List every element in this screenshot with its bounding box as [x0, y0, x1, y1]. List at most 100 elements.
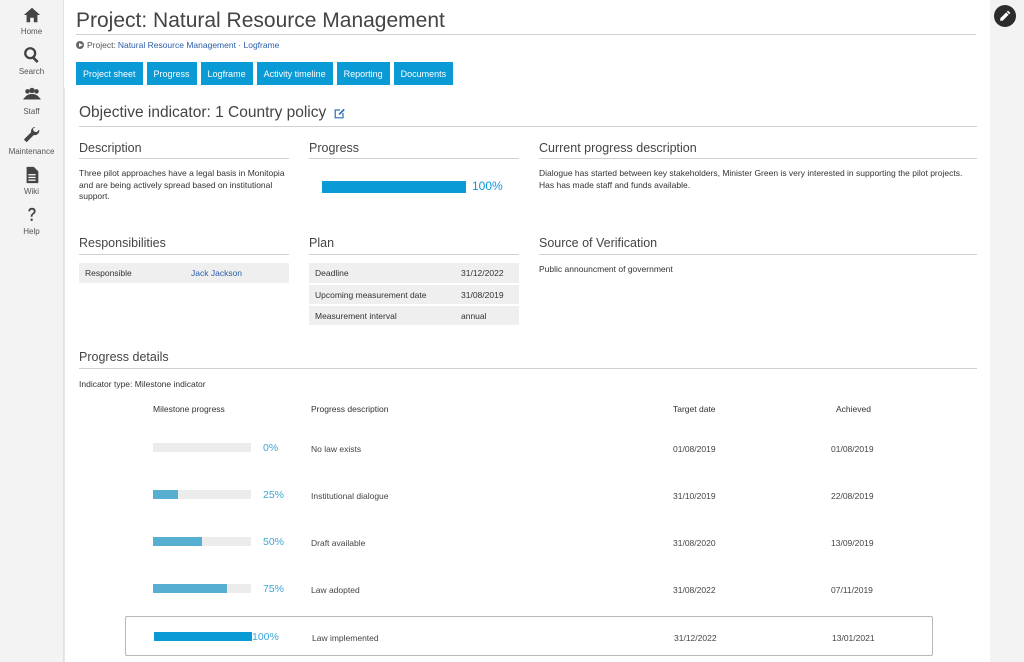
nav-search[interactable]: Search: [0, 46, 63, 86]
table-row: 0% No law exists 01/08/2019 01/08/2019: [125, 428, 933, 468]
objective-title-text: Objective indicator: 1 Country policy: [79, 104, 327, 121]
milestone-progress-fill: [153, 490, 178, 499]
title-divider: [76, 34, 976, 35]
milestone-percent: 50%: [263, 536, 285, 548]
tab-logframe[interactable]: Logframe: [200, 62, 253, 85]
milestone-achieved-date: 01/08/2019: [831, 444, 874, 454]
main-panel: Objective indicator: 1 Country policy De…: [64, 88, 990, 662]
responsibilities-table: Responsible Jack Jackson: [79, 263, 289, 285]
breadcrumb-link[interactable]: Natural Resource Management · Logframe: [118, 40, 280, 50]
milestone-target-date: 31/12/2022: [674, 633, 717, 643]
table-row: Responsible Jack Jackson: [79, 263, 289, 285]
responsible-link[interactable]: Jack Jackson: [191, 268, 242, 278]
tab-project-sheet[interactable]: Project sheet: [76, 62, 143, 85]
milestone-progress-track: [153, 537, 251, 546]
tab-reporting[interactable]: Reporting: [336, 62, 390, 85]
responsibilities-divider: [79, 254, 289, 255]
milestone-description: Law adopted: [311, 585, 360, 595]
tab-activity-timeline[interactable]: Activity timeline: [256, 62, 333, 85]
tab-documents[interactable]: Documents: [393, 62, 454, 85]
plan-label: Deadline: [309, 263, 455, 285]
plan-label: Measurement interval: [309, 305, 455, 327]
edit-icon[interactable]: [334, 107, 346, 119]
nav-maintenance[interactable]: Maintenance: [0, 126, 63, 166]
column-header-milestone: Milestone progress: [153, 404, 225, 414]
table-row: Deadline 31/12/2022: [309, 263, 519, 285]
plan-value: 31/12/2022: [455, 263, 519, 285]
nav-help[interactable]: Help: [0, 206, 63, 246]
responsible-label: Responsible: [79, 263, 185, 285]
progress-divider: [309, 158, 519, 159]
milestone-target-date: 31/08/2020: [673, 538, 716, 548]
table-row: 75% Law adopted 31/08/2022 07/11/2019: [125, 569, 933, 609]
staff-icon: [22, 87, 41, 100]
milestone-progress-track: [154, 632, 252, 641]
sidebar: Home Search Staff Maintenance Wiki Help: [0, 0, 64, 662]
description-text: Three pilot approaches have a legal basi…: [79, 168, 285, 201]
milestone-progress-track: [153, 443, 251, 452]
current-progress-heading: Current progress description: [539, 141, 697, 155]
nav-maintenance-label: Maintenance: [8, 147, 55, 156]
progress-details-divider: [79, 368, 977, 369]
indicator-type: Indicator type: Milestone indicator: [79, 379, 206, 389]
milestone-description: No law exists: [311, 444, 362, 454]
wrench-icon: [23, 126, 39, 143]
milestone-target-date: 01/08/2019: [673, 444, 716, 454]
milestone-achieved-date: 13/09/2019: [831, 538, 874, 548]
milestone-percent: 100%: [252, 631, 279, 643]
table-row: 100% Law implemented 31/12/2022 13/01/2021: [125, 616, 933, 656]
tab-bar: Project sheet Progress Logframe Activity…: [76, 62, 454, 85]
page-header: Project: Natural Resource Management Pro…: [64, 0, 990, 88]
table-row: 25% Institutional dialogue 31/10/2019 22/08…: [125, 475, 933, 515]
milestone-percent: 75%: [263, 583, 285, 595]
tab-progress[interactable]: Progress: [146, 62, 197, 85]
progress-percent: 100%: [472, 179, 503, 193]
edit-mode-button[interactable]: [994, 5, 1016, 27]
milestone-description: Institutional dialogue: [311, 491, 389, 501]
milestone-achieved-date: 13/01/2021: [832, 633, 875, 643]
verification-text: Public announcment of government: [539, 264, 673, 274]
breadcrumb-prefix: Project:: [87, 40, 116, 50]
progress-heading: Progress: [309, 141, 360, 155]
nav-wiki-label: Wiki: [23, 187, 40, 196]
plan-table: Deadline 31/12/2022 Upcoming measurement…: [309, 263, 519, 327]
objective-divider: [79, 126, 977, 127]
question-icon: [27, 207, 36, 221]
responsibilities-heading: Responsibilities: [79, 236, 166, 250]
plan-heading: Plan: [309, 236, 335, 250]
current-progress-text: Dialogue has started between key stakeho…: [539, 168, 963, 190]
description-heading: Description: [79, 141, 142, 155]
milestone-progress-fill: [153, 584, 227, 593]
edit-icon: [1000, 10, 1011, 21]
table-row: 50% Draft available 31/08/2020 13/09/2019: [125, 522, 933, 562]
plan-value: 31/08/2019: [455, 284, 519, 306]
nav-home-label: Home: [20, 27, 43, 36]
breadcrumb: Project: Natural Resource Management · L…: [76, 40, 279, 50]
milestone-progress-fill: [154, 632, 252, 641]
plan-value: annual: [455, 305, 519, 327]
milestone-target-date: 31/08/2022: [673, 585, 716, 595]
arrow-right-icon: [76, 41, 84, 49]
milestone-progress-track: [153, 490, 251, 499]
progress-bar: [322, 181, 466, 193]
description-divider: [79, 158, 289, 159]
page-title: Project: Natural Resource Management: [76, 9, 445, 32]
home-icon: [23, 7, 40, 23]
document-icon: [26, 166, 38, 184]
verification-heading: Source of Verification: [539, 236, 658, 250]
column-header-achieved: Achieved: [836, 404, 871, 414]
plan-label: Upcoming measurement date: [309, 284, 455, 306]
column-header-description: Progress description: [311, 404, 389, 414]
milestone-target-date: 31/10/2019: [673, 491, 716, 501]
nav-search-label: Search: [18, 67, 45, 76]
milestone-description: Law implemented: [312, 633, 379, 643]
plan-divider: [309, 254, 519, 255]
milestone-achieved-date: 22/08/2019: [831, 491, 874, 501]
nav-staff-label: Staff: [23, 107, 40, 116]
milestone-achieved-date: 07/11/2019: [831, 585, 873, 595]
nav-wiki[interactable]: Wiki: [0, 166, 63, 206]
nav-staff[interactable]: Staff: [0, 86, 63, 126]
milestone-description: Draft available: [311, 538, 366, 548]
milestone-percent: 25%: [263, 489, 285, 501]
nav-home[interactable]: Home: [0, 6, 63, 46]
